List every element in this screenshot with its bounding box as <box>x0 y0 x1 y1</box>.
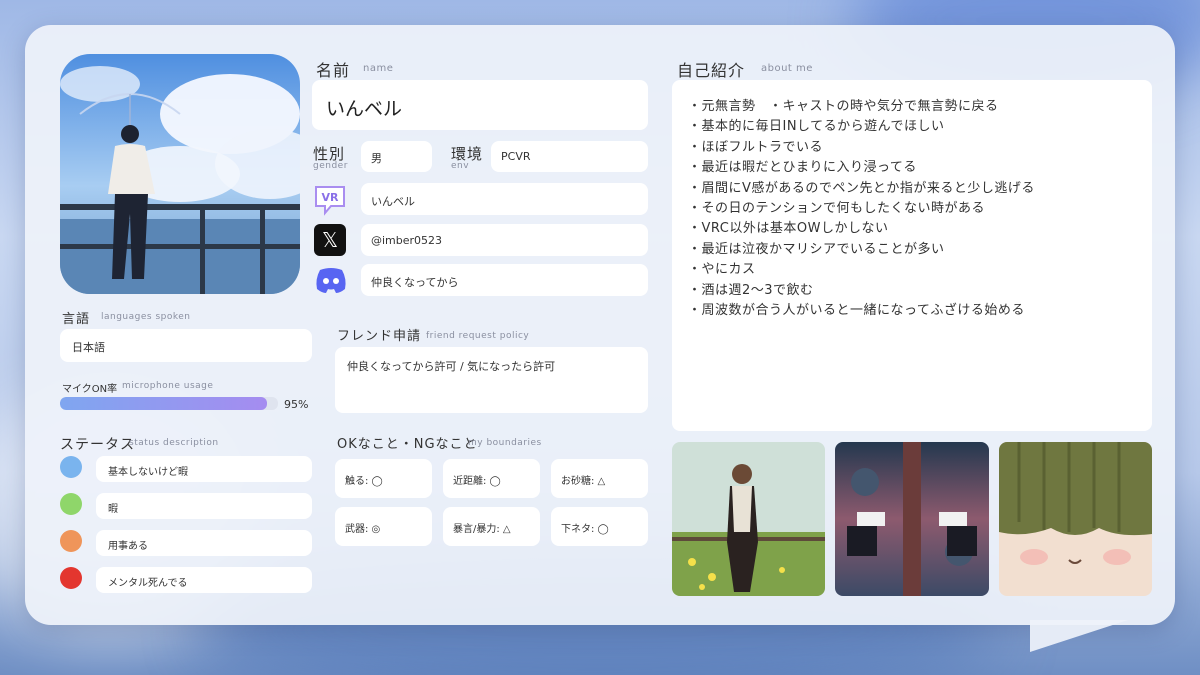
status-dot-2 <box>60 493 82 515</box>
discord-field: 仲良くなってから <box>361 264 648 296</box>
status-item-2: 暇 <box>96 493 312 519</box>
about-line: ・周波数が合う人がいると一緒になってふざける始める <box>688 303 1025 319</box>
name-label-en: name <box>363 63 394 74</box>
boundary-item-2: 近距離: ◯ <box>443 459 540 498</box>
vrchat-value: いんベル <box>371 195 415 208</box>
status-label: ステータス <box>60 437 135 453</box>
languages-value: 日本語 <box>72 341 105 354</box>
friend-field: 仲良くなってから許可 / 気になったら許可 <box>335 347 648 413</box>
discord-icon <box>314 266 348 294</box>
avatar <box>60 54 300 294</box>
status-dot-3 <box>60 530 82 552</box>
status-dot-4 <box>60 567 82 589</box>
boundary-item-6: 下ネタ: ◯ <box>551 507 648 546</box>
name-value: いんベル <box>326 98 403 120</box>
about-list: ・元無言勢 ・キャストの時や気分で無言勢に戻る ・基本的に毎日INしてるから遊ん… <box>688 97 1143 321</box>
languages-label: 言語 <box>62 312 91 327</box>
about-line: ・やにカス <box>688 262 756 278</box>
about-line: ・酒は週2～3で飲む <box>688 282 814 298</box>
about-line: ・その日のテンションで何もしたくない時がある <box>688 201 986 217</box>
vrchat-icon: VR <box>313 184 347 216</box>
name-label: 名前 <box>316 61 351 80</box>
env-value: PCVR <box>501 150 531 163</box>
discord-value: 仲良くなってから <box>371 276 459 289</box>
x-field: @imber0523 <box>361 224 648 256</box>
about-line: ・元無言勢 ・キャストの時や気分で無言勢に戻る <box>688 99 999 114</box>
env-label-en: env <box>451 161 470 171</box>
env-field: PCVR <box>491 141 648 172</box>
gallery-photo-1[interactable] <box>672 442 825 596</box>
status-item-3: 用事ある <box>96 530 312 556</box>
about-panel: ・元無言勢 ・キャストの時や気分で無言勢に戻る ・基本的に毎日INしてるから遊ん… <box>672 80 1152 431</box>
mic-progress-bar <box>60 397 278 410</box>
status-dot-1 <box>60 456 82 478</box>
gender-value: 男 <box>371 152 382 165</box>
mic-percent: 95% <box>284 398 309 411</box>
boundary-item-1: 触る: ◯ <box>335 459 432 498</box>
friend-label-en: friend request policy <box>426 331 530 341</box>
about-line: ・VRC以外は基本OWしかしない <box>688 221 889 237</box>
gender-label-en: gender <box>313 161 348 171</box>
gender-field: 男 <box>361 141 432 172</box>
about-line: ・基本的に毎日INしてるから遊んでほしい <box>688 119 945 135</box>
about-line: ・最近は泣夜かマリシアでいることが多い <box>688 241 945 257</box>
x-icon: 𝕏 <box>314 224 346 256</box>
gallery-photo-2[interactable] <box>835 442 989 596</box>
boundary-item-4: 武器: ◎ <box>335 507 432 546</box>
boundary-item-5: 暴言/暴力: △ <box>443 507 540 546</box>
languages-field: 日本語 <box>60 329 312 362</box>
name-field: いんベル <box>312 80 648 130</box>
speech-tail <box>1030 620 1128 652</box>
status-item-1: 基本しないけど暇 <box>96 456 312 482</box>
about-line: ・最近は暇だとひまりに入り浸ってる <box>688 160 917 176</box>
about-line: ・眉間にV感があるのでペン先とか指が来ると少し逃げる <box>688 180 1035 196</box>
mic-label-en: microphone usage <box>122 381 214 391</box>
about-line: ・ほぼフルトラでいる <box>688 139 824 155</box>
mic-label: マイクON率 <box>62 384 118 395</box>
friend-label: フレンド申請 <box>337 329 422 344</box>
boundaries-label: OKなこと・NGなこと <box>337 437 478 452</box>
friend-value: 仲良くなってから許可 / 気になったら許可 <box>347 360 556 373</box>
about-label-en: about me <box>761 63 813 74</box>
boundaries-label-en: my boundaries <box>468 438 542 448</box>
status-item-4: メンタル死んでる <box>96 567 312 593</box>
vrchat-field: いんベル <box>361 183 648 215</box>
x-value: @imber0523 <box>371 234 443 247</box>
about-label: 自己紹介 <box>677 61 746 80</box>
gallery-photo-3[interactable] <box>999 442 1152 596</box>
mic-progress-fill <box>60 397 268 410</box>
boundary-item-3: お砂糖: △ <box>551 459 648 498</box>
status-label-en: status description <box>129 438 219 448</box>
languages-label-en: languages spoken <box>101 312 191 322</box>
svg-text:VR: VR <box>322 191 340 204</box>
